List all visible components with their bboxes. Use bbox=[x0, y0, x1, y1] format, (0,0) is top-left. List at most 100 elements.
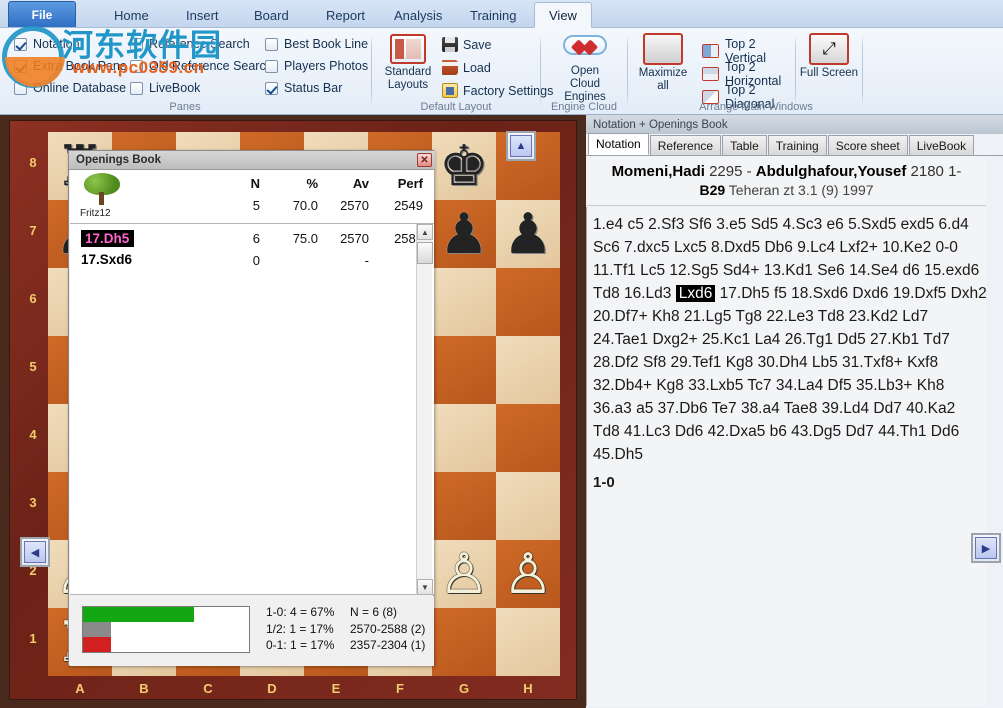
checkbox-extra-book-pane-box[interactable] bbox=[14, 60, 27, 73]
standard-layouts-button[interactable]: Standard Layouts bbox=[378, 34, 438, 92]
scroll-down-icon[interactable]: ▼ bbox=[417, 579, 433, 595]
piece-h2[interactable]: ♙ bbox=[496, 540, 560, 608]
tab-insert[interactable]: Insert bbox=[172, 2, 233, 28]
ribbon-separator-2 bbox=[540, 34, 541, 106]
checkbox-best-book-line[interactable]: Best Book Line bbox=[265, 37, 368, 51]
stat-row-loss: 0-1: 1 = 17% 2357-2304 (1) bbox=[266, 637, 425, 654]
checkbox-notation[interactable]: Notation bbox=[14, 37, 80, 51]
checkbox-old-reference-search-box[interactable] bbox=[130, 60, 143, 73]
tab-report[interactable]: Report bbox=[312, 2, 379, 28]
board-square-g3[interactable] bbox=[432, 472, 496, 540]
notation-line-0[interactable]: 1.e4 c5 2.Sf3 Sf6 3.e5 Sd5 4.Sc3 e6 5.Sx… bbox=[593, 213, 984, 236]
notation-line-3[interactable]: 20.Df7+ Kh8 21.Lg5 Tg8 22.Le3 Td8 23.Kd2… bbox=[593, 305, 984, 328]
notation-line-1[interactable]: Sc6 7.dxc5 Lxc5 8.Dxd5 Db6 9.Lc4 Lxf2+ 1… bbox=[593, 236, 984, 259]
tab-livebook[interactable]: LiveBook bbox=[909, 135, 974, 155]
scrollbar-thumb[interactable] bbox=[417, 242, 433, 264]
notation-line-9[interactable]: 45.Dh5 bbox=[593, 443, 984, 466]
piece-g8[interactable]: ♚ bbox=[432, 132, 496, 200]
board-square-h6[interactable] bbox=[496, 268, 560, 336]
tab-board[interactable]: Board bbox=[240, 2, 303, 28]
ribbon-group-full-screen: ⤢ Full Screen bbox=[798, 28, 860, 115]
checkbox-livebook-box[interactable] bbox=[130, 82, 143, 95]
checkbox-reference-search[interactable]: Reference Search bbox=[130, 37, 250, 51]
openings-book-panel[interactable]: Openings Book ✕ Fritz12 N % Av Perf 5 70… bbox=[68, 150, 434, 666]
black-player: Abdulghafour,Yousef bbox=[756, 163, 907, 180]
full-screen-button[interactable]: ⤢ Full Screen bbox=[799, 33, 859, 80]
checkbox-best-book-line-box[interactable] bbox=[265, 38, 278, 51]
checkbox-status-bar[interactable]: Status Bar bbox=[265, 81, 342, 95]
rank-label-5: 5 bbox=[24, 359, 42, 374]
checkbox-online-database-box[interactable] bbox=[14, 82, 27, 95]
notation-line-5[interactable]: 28.Df2 Sf8 29.Tef1 Kg8 30.Dh4 Lb5 31.Txf… bbox=[593, 351, 984, 374]
openings-book-scrollbar[interactable]: ▲ ▼ bbox=[416, 224, 432, 595]
openings-book-move-list[interactable]: 17.Dh5 6 75.0 2570 2588 17.Sxd6 0 - - bbox=[70, 224, 434, 595]
tab-notation[interactable]: Notation bbox=[588, 133, 649, 155]
file-label-b: B bbox=[112, 681, 176, 696]
notation-line-6[interactable]: 32.Db4+ Kg8 33.Lxb5 Tc7 34.La4 Df5 35.Lb… bbox=[593, 374, 984, 397]
column-header-pct[interactable]: % bbox=[268, 176, 318, 191]
board-square-g5[interactable] bbox=[432, 336, 496, 404]
checkbox-players-photos[interactable]: Players Photos bbox=[265, 59, 368, 73]
open-cloud-engines-button[interactable]: Open Cloud Engines bbox=[555, 33, 615, 105]
tab-view[interactable]: View bbox=[534, 2, 592, 28]
column-header-perf[interactable]: Perf bbox=[373, 176, 423, 191]
column-header-n[interactable]: N bbox=[220, 176, 260, 191]
dock-guide-right[interactable]: ▶ bbox=[971, 533, 1001, 563]
ribbon-group-arrange: Maximize all Top 2 Vertical Top 2 Horizo… bbox=[630, 28, 794, 115]
notation-line-highlight[interactable]: Td8 16.Ld3 Lxd6 17.Dh5 f5 18.Sxd6 Dxd6 1… bbox=[593, 282, 984, 305]
checkbox-reference-search-box[interactable] bbox=[130, 38, 143, 51]
save-button[interactable]: Save bbox=[442, 37, 492, 52]
dock-guide-top[interactable]: ▲ bbox=[506, 131, 536, 161]
current-move[interactable]: Lxd6 bbox=[676, 285, 716, 302]
folder-open-icon bbox=[442, 60, 458, 75]
board-square-h1[interactable] bbox=[496, 608, 560, 676]
book-move-selected[interactable]: 17.Dh5 bbox=[81, 230, 134, 247]
book-row-1[interactable]: 17.Sxd6 0 - - bbox=[70, 250, 418, 271]
notation-moves[interactable]: 1.e4 c5 2.Sf3 Sf6 3.e5 Sd5 4.Sc3 e6 5.Sx… bbox=[587, 207, 986, 706]
tab-table[interactable]: Table bbox=[722, 135, 767, 155]
book-move-1[interactable]: 17.Sxd6 bbox=[81, 252, 132, 267]
notation-line-7[interactable]: 36.a3 a5 37.Db6 Te7 38.a4 Tae8 39.Ld4 Dd… bbox=[593, 397, 984, 420]
checkbox-online-database-label: Online Database bbox=[33, 81, 126, 95]
checkbox-notation-box[interactable] bbox=[14, 38, 27, 51]
tab-reference[interactable]: Reference bbox=[650, 135, 721, 155]
board-square-h5[interactable] bbox=[496, 336, 560, 404]
checkbox-online-database[interactable]: Online Database bbox=[14, 81, 126, 95]
file-label-h: H bbox=[496, 681, 560, 696]
tab-training[interactable]: Training bbox=[768, 135, 827, 155]
board-square-g6[interactable] bbox=[432, 268, 496, 336]
game-players: Momeni,Hadi 2295 - Abdulghafour,Yousef 2… bbox=[612, 163, 962, 180]
board-square-g4[interactable] bbox=[432, 404, 496, 472]
notation-line-4[interactable]: 24.Tae1 Dxg2+ 25.Kc1 La4 26.Tg1 Dd5 27.K… bbox=[593, 328, 984, 351]
column-header-av[interactable]: Av bbox=[319, 176, 369, 191]
checkbox-players-photos-label: Players Photos bbox=[284, 59, 368, 73]
checkbox-old-reference-search[interactable]: Old Reference Search bbox=[130, 59, 273, 73]
scroll-up-icon[interactable]: ▲ bbox=[417, 224, 433, 240]
tab-file[interactable]: File bbox=[8, 1, 76, 27]
checkbox-livebook[interactable]: LiveBook bbox=[130, 81, 200, 95]
notation-line-2[interactable]: 11.Tf1 Lc5 12.Sg5 Sd4+ 13.Kd1 Se6 14.Se4… bbox=[593, 259, 984, 282]
board-square-g1[interactable] bbox=[432, 608, 496, 676]
load-button[interactable]: Load bbox=[442, 60, 491, 75]
maximize-all-button[interactable]: Maximize all bbox=[632, 33, 694, 93]
close-icon[interactable]: ✕ bbox=[417, 153, 432, 167]
piece-h7[interactable]: ♟ bbox=[496, 200, 560, 268]
openings-book-title: Openings Book bbox=[76, 154, 161, 166]
piece-g2[interactable]: ♙ bbox=[432, 540, 496, 608]
dock-guide-left[interactable]: ◀ bbox=[20, 537, 50, 567]
tab-score-sheet[interactable]: Score sheet bbox=[828, 135, 908, 155]
save-label: Save bbox=[463, 38, 492, 52]
checkbox-status-bar-box[interactable] bbox=[265, 82, 278, 95]
tab-analysis[interactable]: Analysis bbox=[380, 2, 456, 28]
board-square-h4[interactable] bbox=[496, 404, 560, 472]
ribbon-group-default-layout: Standard Layouts Save Load Factory Setti… bbox=[374, 28, 538, 115]
book-row-0[interactable]: 17.Dh5 6 75.0 2570 2588 bbox=[70, 228, 418, 249]
checkbox-extra-book-pane[interactable]: Extra Book Pane bbox=[14, 59, 127, 73]
factory-settings-button[interactable]: Factory Settings bbox=[442, 83, 553, 98]
tab-home[interactable]: Home bbox=[100, 2, 163, 28]
piece-g7[interactable]: ♟ bbox=[432, 200, 496, 268]
checkbox-players-photos-box[interactable] bbox=[265, 60, 278, 73]
board-square-h3[interactable] bbox=[496, 472, 560, 540]
notation-line-8[interactable]: Td8 41.Lc3 Dd6 42.Dxa5 b6 43.Dg5 Dd7 44.… bbox=[593, 420, 984, 443]
tab-training[interactable]: Training bbox=[456, 2, 530, 28]
